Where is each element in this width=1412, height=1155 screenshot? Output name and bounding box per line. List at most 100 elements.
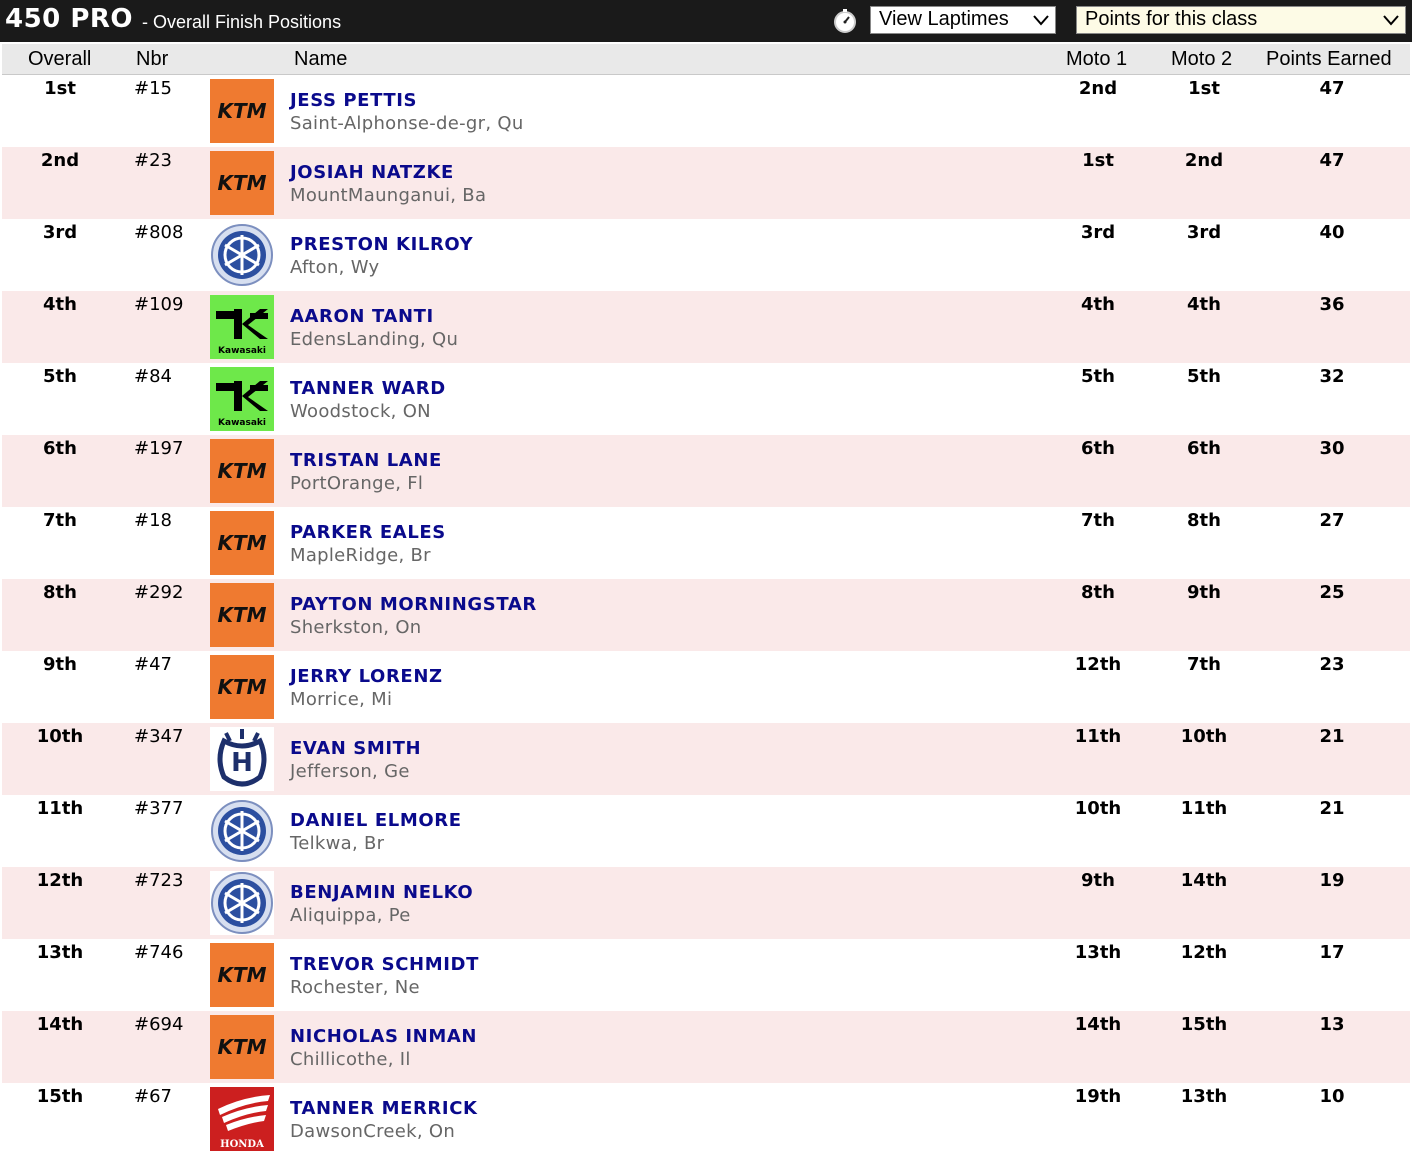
kawasaki-logo-icon: Kawasaki (210, 367, 274, 431)
rider-name-link[interactable]: TREVOR SCHMIDT (290, 954, 479, 975)
points-earned: 10 (1319, 1086, 1345, 1107)
moto2-result: 6th (1187, 438, 1221, 459)
overall-position: 14th (36, 1014, 84, 1035)
rider-number: #67 (134, 1086, 172, 1107)
rider-location: Aliquippa, Pe (290, 905, 411, 926)
results-table: 1st #15 KTM JESS PETTIS Saint-Alphonse-de-gr… (2, 75, 1410, 1155)
svg-text:KTM: KTM (217, 1035, 266, 1059)
rider-name-link[interactable]: JOSIAH NATZKE (290, 162, 454, 183)
points-earned: 25 (1319, 582, 1345, 603)
ktm-logo-icon: KTM (210, 1015, 274, 1079)
col-name: Name (294, 48, 348, 70)
moto1-result: 19th (1074, 1086, 1122, 1107)
rider-name-link[interactable]: TANNER WARD (290, 378, 446, 399)
svg-text:HONDA: HONDA (220, 1139, 264, 1150)
rider-name-link[interactable]: PARKER EALES (290, 522, 446, 543)
svg-text:Kawasaki: Kawasaki (218, 346, 266, 356)
overall-position: 11th (36, 798, 84, 819)
table-row: 12th #723 BENJAMIN NELKO Aliquippa, Pe 9th 14… (2, 867, 1410, 939)
kawasaki-logo-icon: Kawasaki (210, 295, 274, 359)
rider-name-link[interactable]: BENJAMIN NELKO (290, 882, 473, 903)
points-earned: 17 (1319, 942, 1345, 963)
table-row: 11th #377 DANIEL ELMORE Telkwa, Br 10th 11th 2… (2, 795, 1410, 867)
overall-position: 3rd (42, 222, 78, 243)
rider-name-link[interactable]: NICHOLAS INMAN (290, 1026, 477, 1047)
rider-name-link[interactable]: TANNER MERRICK (290, 1098, 478, 1119)
rider-number: #109 (134, 294, 184, 315)
rider-number: #377 (134, 798, 184, 819)
overall-position: 8th (43, 582, 77, 603)
col-moto1: Moto 1 (1066, 48, 1128, 70)
overall-position: 5th (43, 366, 77, 387)
svg-text:KTM: KTM (217, 675, 266, 699)
moto1-result: 5th (1081, 366, 1115, 387)
overall-position: 9th (43, 654, 77, 675)
rider-number: #746 (134, 942, 184, 963)
overall-position: 10th (36, 726, 84, 747)
moto1-result: 10th (1074, 798, 1122, 819)
rider-number: #23 (134, 150, 172, 171)
overall-position: 4th (43, 294, 77, 315)
moto1-result: 8th (1081, 582, 1115, 603)
svg-text:KTM: KTM (217, 171, 266, 195)
moto2-result: 2nd (1184, 150, 1224, 171)
stopwatch-icon[interactable] (832, 8, 858, 34)
moto2-result: 12th (1180, 942, 1228, 963)
rider-location: Morrice, Mi (290, 689, 393, 710)
rider-name-link[interactable]: TRISTAN LANE (290, 450, 442, 471)
moto2-result: 13th (1180, 1086, 1228, 1107)
col-overall: Overall (28, 48, 92, 70)
view-laptimes-dropdown[interactable]: View Laptimes (870, 6, 1056, 34)
rider-number: #197 (134, 438, 184, 459)
moto2-result: 4th (1187, 294, 1221, 315)
rider-name-link[interactable]: JERRY LORENZ (290, 666, 443, 687)
table-row: 8th #292 KTM PAYTON MORNINGSTAR Sherkston, O… (2, 579, 1410, 651)
points-earned: 30 (1319, 438, 1345, 459)
col-points: Points Earned (1266, 48, 1392, 70)
moto1-result: 6th (1081, 438, 1115, 459)
moto1-result: 3rd (1080, 222, 1116, 243)
rider-location: Telkwa, Br (290, 833, 385, 854)
table-row: 4th #109 Kawasaki AARON TANTI EdensLanding, … (2, 291, 1410, 363)
rider-name-link[interactable]: EVAN SMITH (290, 738, 421, 759)
rider-name-link[interactable]: PRESTON KILROY (290, 234, 473, 255)
table-row: 5th #84 Kawasaki TANNER WARD Woodstock, ON 5t… (2, 363, 1410, 435)
moto2-result: 7th (1187, 654, 1221, 675)
rider-location: MapleRidge, Br (290, 545, 431, 566)
rider-name-link[interactable]: JESS PETTIS (290, 90, 417, 111)
moto1-result: 2nd (1078, 78, 1118, 99)
moto2-result: 15th (1180, 1014, 1228, 1035)
ktm-logo-icon: KTM (210, 511, 274, 575)
chevron-down-icon (1033, 15, 1049, 26)
svg-text:KTM: KTM (217, 603, 266, 627)
moto2-result: 5th (1187, 366, 1221, 387)
rider-location: Afton, Wy (290, 257, 380, 278)
overall-position: 6th (43, 438, 77, 459)
points-class-dropdown[interactable]: Points for this class (1076, 6, 1406, 34)
overall-position: 15th (36, 1086, 84, 1107)
overall-position: 1st (44, 78, 76, 99)
chevron-down-icon (1383, 15, 1399, 26)
svg-text:H: H (231, 748, 253, 778)
rider-number: #84 (134, 366, 172, 387)
table-row: 1st #15 KTM JESS PETTIS Saint-Alphonse-de-gr… (2, 75, 1410, 147)
rider-name-link[interactable]: DANIEL ELMORE (290, 810, 462, 831)
rider-name-link[interactable]: PAYTON MORNINGSTAR (290, 594, 537, 615)
overall-position: 13th (36, 942, 84, 963)
yamaha-logo-icon (210, 871, 274, 935)
rider-location: Sherkston, On (290, 617, 422, 638)
svg-text:KTM: KTM (217, 531, 266, 555)
moto1-result: 9th (1081, 870, 1115, 891)
table-row: 2nd #23 KTM JOSIAH NATZKE MountMaunganui, Ba… (2, 147, 1410, 219)
ktm-logo-icon: KTM (210, 151, 274, 215)
svg-text:KTM: KTM (217, 963, 266, 987)
rider-location: Jefferson, Ge (290, 761, 410, 782)
rider-number: #694 (134, 1014, 184, 1035)
table-row: 13th #746 KTM TREVOR SCHMIDT Rochester, Ne 13… (2, 939, 1410, 1011)
moto2-result: 14th (1180, 870, 1228, 891)
rider-name-link[interactable]: AARON TANTI (290, 306, 434, 327)
col-moto2: Moto 2 (1171, 48, 1233, 70)
ktm-logo-icon: KTM (210, 943, 274, 1007)
moto2-result: 3rd (1186, 222, 1222, 243)
svg-text:KTM: KTM (217, 459, 266, 483)
